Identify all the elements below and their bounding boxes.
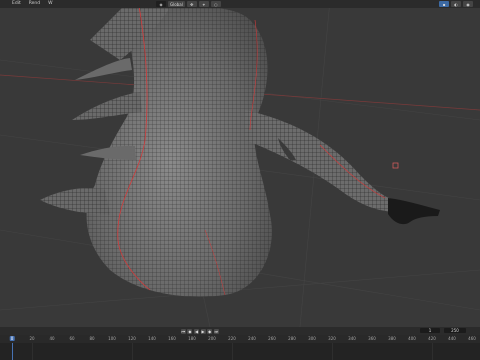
proportional-icon[interactable]: ○ [210,1,221,7]
timeline[interactable]: ⏮ ◆ ◀ ▶ ◆ ⏭ 1 250 0 20 40 60 80 100 120 … [0,327,480,360]
move-icon[interactable]: ✥ [186,1,197,7]
ruler-tick: 40 [49,336,55,341]
jump-start-icon[interactable]: ⏮ [180,328,186,334]
start-frame-value: 1 [428,328,432,333]
view-controls: ▪ ◐ ◉ [438,0,474,8]
viewport-header: Edit Rend W ◈ Global ✥ ⌖ ○ ▪ ◐ ◉ [0,0,480,8]
transform-orientation-dropdown[interactable]: Global [168,1,185,7]
ruler-tick: 180 [188,336,196,341]
jump-end-icon[interactable]: ⏭ [213,328,219,334]
ruler-tick: 200 [208,336,216,341]
view-icon[interactable]: ◐ [451,1,461,7]
ruler-tick: 420 [428,336,436,341]
frame-ruler[interactable]: 0 20 40 60 80 100 120 140 160 180 200 22… [0,335,480,343]
ruler-tick: 100 [108,336,116,341]
ruler-tick: 120 [128,336,136,341]
play-icon[interactable]: ▶ [200,328,206,334]
ruler-tick: 360 [368,336,376,341]
blender-window: Edit Rend W ◈ Global ✥ ⌖ ○ ▪ ◐ ◉ ⏮ ◆ ◀ ▶… [0,0,480,360]
playhead[interactable] [12,343,13,360]
frame-gridline [232,343,233,360]
ruler-tick: 400 [408,336,416,341]
start-frame-field[interactable]: 1 [420,328,440,333]
overlay-icon[interactable]: ◉ [463,1,473,7]
ruler-tick: 300 [308,336,316,341]
viewport-canvas[interactable] [0,0,480,327]
play-reverse-icon[interactable]: ◀ [193,328,199,334]
ruler-tick: 440 [448,336,456,341]
ruler-tick: 340 [348,336,356,341]
ruler-tick: 260 [268,336,276,341]
timeline-header: ⏮ ◆ ◀ ▶ ◆ ⏭ 1 250 [0,327,480,335]
3d-viewport[interactable] [0,0,480,327]
frame-gridline [332,343,333,360]
ruler-tick: 240 [248,336,256,341]
ruler-tick: 80 [89,336,95,341]
ruler-tick: 60 [69,336,75,341]
camera-icon[interactable]: ▪ [439,1,449,7]
mode-label: Global [170,1,183,7]
3d-cursor[interactable] [392,162,399,169]
frame-gridline [432,343,433,360]
ruler-tick: 160 [168,336,176,341]
frame-gridline [32,343,33,360]
ruler-tick: 220 [228,336,236,341]
ruler-tick: 140 [148,336,156,341]
ruler-tick: 380 [388,336,396,341]
frame-gridline [132,343,133,360]
end-frame-field[interactable]: 250 [444,328,466,333]
ruler-tick: 280 [288,336,296,341]
menu-item-render[interactable]: Rend [25,0,44,8]
transform-orientation-group: ◈ Global ✥ ⌖ ○ [155,0,222,8]
playback-controls: ⏮ ◆ ◀ ▶ ◆ ⏭ [180,328,220,334]
snap-icon[interactable]: ⌖ [198,1,209,7]
menu-item-edit[interactable]: Edit [8,0,25,8]
current-frame-indicator[interactable]: 0 [9,336,15,341]
menu-item-window[interactable]: W [44,0,56,8]
next-key-icon[interactable]: ◆ [207,328,213,334]
prev-key-icon[interactable]: ◆ [187,328,193,334]
ruler-tick: 460 [468,336,476,341]
end-frame-value: 250 [451,328,459,333]
ruler-tick: 320 [328,336,336,341]
ruler-tick: 20 [29,336,35,341]
cursor-icon[interactable]: ◈ [156,1,166,7]
